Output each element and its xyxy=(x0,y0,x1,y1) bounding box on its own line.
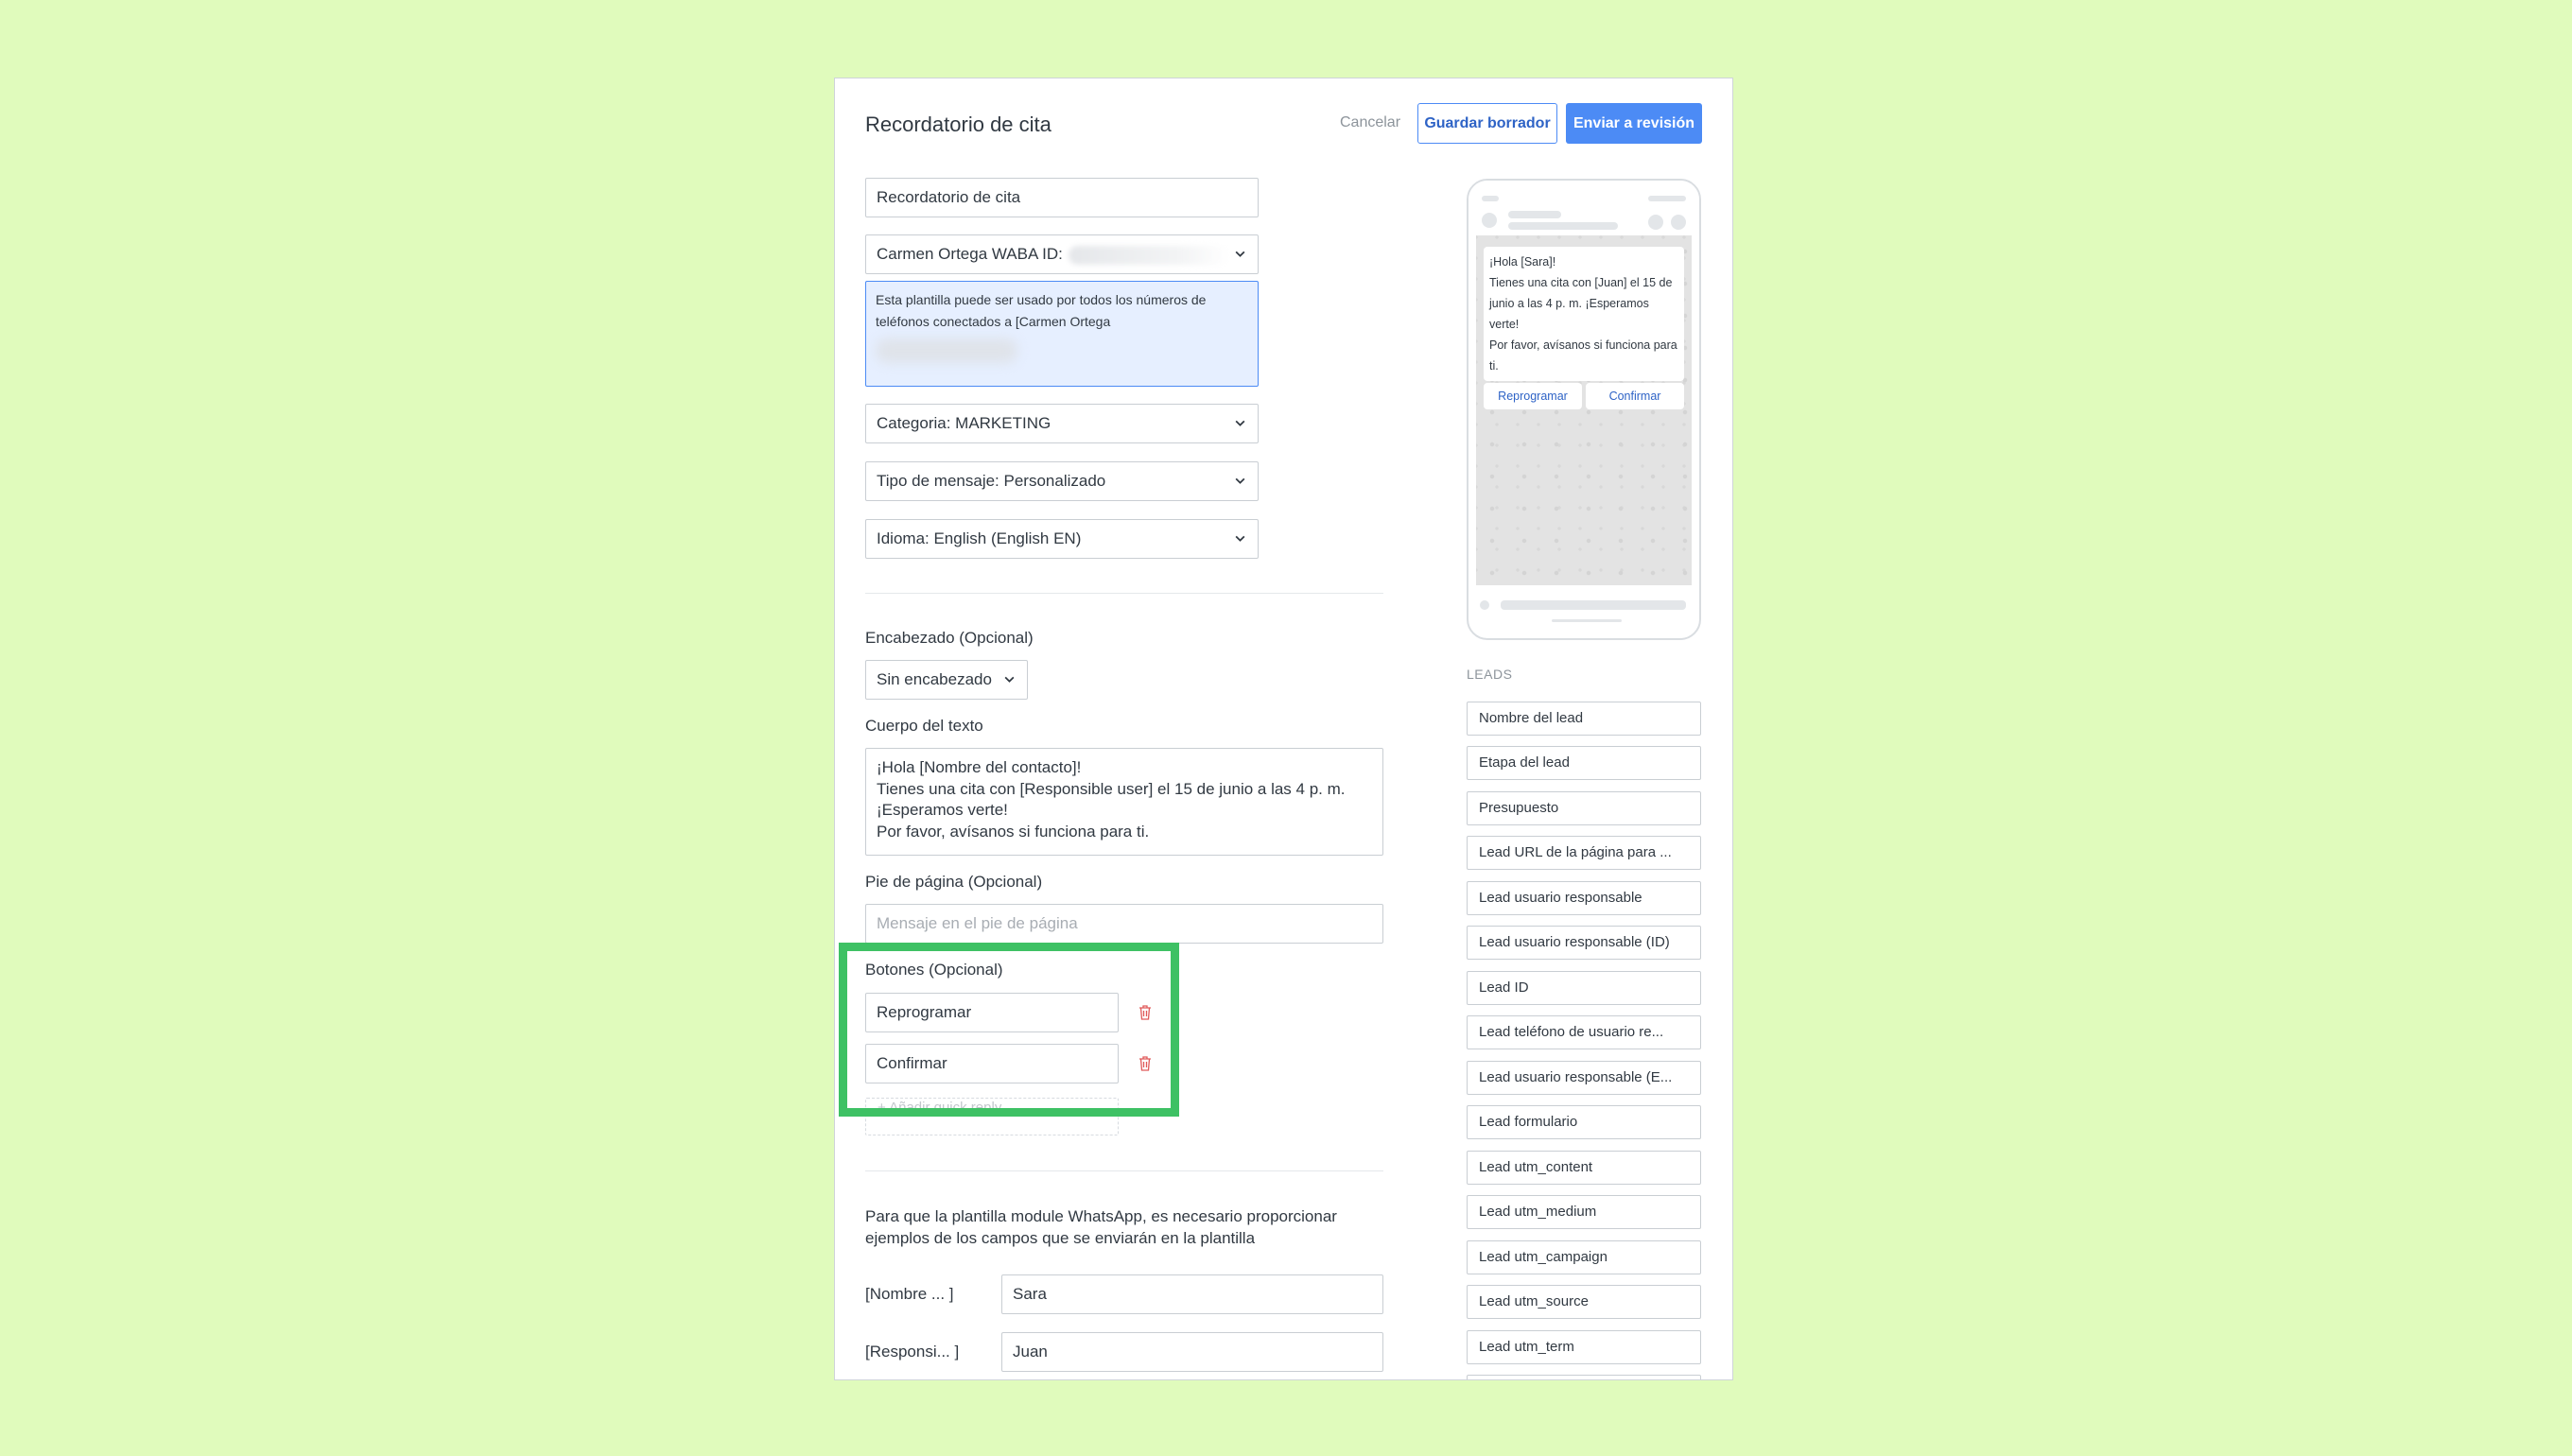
language-value: Idioma: English (English EN) xyxy=(877,529,1082,547)
header-value: Sin encabezado xyxy=(877,670,992,688)
lead-field-item[interactable]: Lead usuario responsable xyxy=(1467,881,1701,915)
menu-icon xyxy=(1671,215,1686,230)
template-name-input[interactable]: Recordatorio de cita xyxy=(865,178,1259,217)
lead-field-item[interactable]: Lead URL de la página para ... xyxy=(1467,836,1701,870)
add-quick-reply-label: + Añadir quick reply xyxy=(878,1100,1002,1116)
lead-field-item[interactable]: Lead usuario responsable (ID) xyxy=(1467,926,1701,960)
button-input-reschedule[interactable]: Reprogramar xyxy=(865,993,1119,1032)
phone-preview: ¡Hola [Sara]! Tienes una cita con [Juan]… xyxy=(1467,179,1701,640)
trash-icon[interactable] xyxy=(1138,1055,1153,1072)
lead-field-item[interactable]: Lead teléfono de usuario re... xyxy=(1467,1015,1701,1049)
lead-field-item[interactable]: Lead utm_term xyxy=(1467,1330,1701,1364)
page-title: Recordatorio de cita xyxy=(865,113,1051,136)
status-bar xyxy=(1648,196,1686,201)
contact-name-placeholder xyxy=(1508,211,1561,218)
message-line: Tienes una cita con [Juan] el 15 de xyxy=(1489,276,1673,289)
add-quick-reply-button[interactable]: + Añadir quick reply xyxy=(865,1098,1119,1135)
chevron-down-icon xyxy=(1235,420,1245,426)
preview-button-reschedule: Reprogramar xyxy=(1484,383,1582,409)
footer-label: Pie de página (Opcional) xyxy=(865,873,1043,891)
account-value: Carmen Ortega WABA ID: xyxy=(877,245,1063,263)
trash-icon[interactable] xyxy=(1138,1004,1153,1021)
lead-field-item[interactable]: Lead utm_content xyxy=(1467,1151,1701,1185)
variable-label: [Nombre ... ] xyxy=(865,1285,954,1303)
emoji-icon xyxy=(1480,600,1489,610)
chevron-down-icon xyxy=(1235,251,1245,257)
buttons-label: Botones (Opcional) xyxy=(865,961,1003,979)
redacted-id xyxy=(1068,245,1229,265)
contact-status-placeholder xyxy=(1508,222,1618,230)
body-line: ¡Hola [Nombre del contacto]! xyxy=(877,758,1082,776)
footer-input[interactable]: Mensaje en el pie de página xyxy=(865,904,1383,944)
message-line: verte! xyxy=(1489,318,1520,331)
body-line: ¡Esperamos verte! xyxy=(877,801,1008,819)
avatar xyxy=(1482,213,1497,228)
home-indicator xyxy=(1552,619,1622,622)
account-info-box: Esta plantilla puede ser usado por todos… xyxy=(865,281,1259,387)
lead-field-item[interactable]: Lead formulario xyxy=(1467,1105,1701,1139)
template-name-value: Recordatorio de cita xyxy=(877,188,1021,206)
template-editor-panel: Recordatorio de cita Cancelar Guardar bo… xyxy=(834,78,1733,1380)
preview-button-confirm: Confirmar xyxy=(1586,383,1684,409)
lead-field-item[interactable]: Lead utm_medium xyxy=(1467,1195,1701,1229)
chevron-down-icon xyxy=(1235,535,1245,542)
body-line: Tienes una cita con [Responsible user] e… xyxy=(877,779,1346,798)
helper-text: Para que la plantilla module WhatsApp, e… xyxy=(865,1207,1337,1247)
call-icon xyxy=(1648,215,1663,230)
message-line: Por favor, avísanos si funciona para xyxy=(1489,338,1677,352)
chevron-down-icon xyxy=(1235,477,1245,484)
lead-field-item[interactable]: Lead utm_source xyxy=(1467,1285,1701,1319)
input-placeholder xyxy=(1501,600,1686,610)
category-select[interactable]: Categoria: MARKETING xyxy=(865,404,1259,443)
language-select[interactable]: Idioma: English (English EN) xyxy=(865,519,1259,559)
message-line: ¡Hola [Sara]! xyxy=(1489,255,1556,269)
submit-review-button[interactable]: Enviar a revisión xyxy=(1566,103,1702,144)
footer-placeholder: Mensaje en el pie de página xyxy=(877,914,1078,932)
lead-field-item[interactable]: Etapa del lead xyxy=(1467,746,1701,780)
message-bubble: ¡Hola [Sara]! Tienes una cita con [Juan]… xyxy=(1484,247,1684,381)
lead-field-item[interactable] xyxy=(1467,1375,1701,1379)
divider xyxy=(865,593,1383,594)
divider xyxy=(865,1170,1383,1171)
lead-field-item[interactable]: Lead usuario responsable (E... xyxy=(1467,1061,1701,1095)
variable-label: [Responsi... ] xyxy=(865,1343,960,1361)
account-select[interactable]: Carmen Ortega WABA ID: xyxy=(865,234,1259,274)
phone-status-bar xyxy=(1468,181,1699,235)
header-label: Encabezado (Opcional) xyxy=(865,629,1034,647)
variable-value: Juan xyxy=(1013,1343,1048,1361)
button-value: Reprogramar xyxy=(877,1003,972,1021)
message-line: junio a las 4 p. m. ¡Esperamos xyxy=(1489,297,1649,310)
chat-area: ¡Hola [Sara]! Tienes una cita con [Juan]… xyxy=(1476,235,1692,585)
variable-value: Sara xyxy=(1013,1285,1047,1303)
lead-field-item[interactable]: Nombre del lead xyxy=(1467,702,1701,736)
body-label: Cuerpo del texto xyxy=(865,717,983,735)
status-dot xyxy=(1482,196,1499,201)
lead-field-item[interactable]: Lead ID xyxy=(1467,971,1701,1005)
chevron-down-icon xyxy=(1004,676,1015,683)
message-line: ti. xyxy=(1489,359,1499,373)
body-line: Por favor, avísanos si funciona para ti. xyxy=(877,822,1150,841)
lead-field-item[interactable]: Lead utm_campaign xyxy=(1467,1240,1701,1274)
message-type-select[interactable]: Tipo de mensaje: Personalizado xyxy=(865,461,1259,501)
account-info-text: Esta plantilla puede ser usado por todos… xyxy=(876,292,1207,329)
save-draft-button[interactable]: Guardar borrador xyxy=(1417,103,1557,144)
leads-title: LEADS xyxy=(1467,667,1513,682)
body-textarea[interactable]: ¡Hola [Nombre del contacto]! Tienes una … xyxy=(865,748,1383,856)
lead-field-item[interactable]: Presupuesto xyxy=(1467,791,1701,825)
variable-input-responsible[interactable]: Juan xyxy=(1001,1332,1383,1372)
cancel-button[interactable]: Cancelar xyxy=(1340,114,1400,131)
phone-input-bar xyxy=(1476,587,1692,625)
category-value: Categoria: MARKETING xyxy=(877,414,1051,432)
redacted-text xyxy=(876,338,1017,363)
button-input-confirm[interactable]: Confirmar xyxy=(865,1044,1119,1083)
button-value: Confirmar xyxy=(877,1054,947,1072)
header-select[interactable]: Sin encabezado xyxy=(865,660,1028,700)
message-type-value: Tipo de mensaje: Personalizado xyxy=(877,472,1106,490)
variable-input-name[interactable]: Sara xyxy=(1001,1274,1383,1314)
